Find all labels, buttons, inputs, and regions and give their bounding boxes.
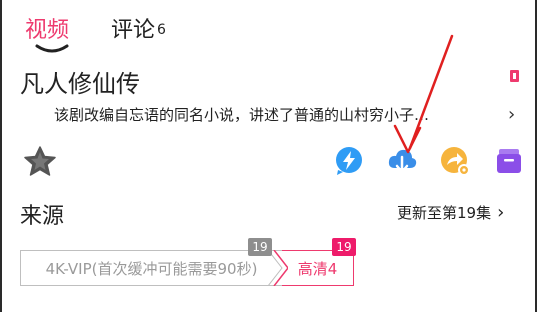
- show-description[interactable]: 该剧改编自忘语的同名小说，讲述了普通的山村穷小子…: [54, 104, 429, 125]
- chevron-right-icon: ›: [497, 202, 505, 223]
- tab-comments-label: 评论: [111, 18, 156, 43]
- show-title: 凡人修仙传: [20, 70, 140, 98]
- star-icon[interactable]: [24, 146, 56, 176]
- update-status-text: 更新至第19集: [397, 204, 492, 222]
- tab-video-label: 视频: [25, 18, 70, 43]
- lightning-bubble-icon[interactable]: [334, 146, 364, 176]
- tab-video[interactable]: 视频: [25, 12, 69, 44]
- chevron-right-icon[interactable]: ›: [508, 104, 515, 125]
- share-gear-icon[interactable]: [440, 146, 470, 176]
- source-option-4k[interactable]: 4K-VIP(首次缓冲可能需要90秒): [20, 250, 282, 286]
- tab-comments[interactable]: 评论 6: [111, 12, 166, 44]
- episode-count-badge: 19: [332, 238, 356, 256]
- episode-count-badge: 19: [248, 238, 272, 256]
- comments-count: 6: [157, 22, 166, 38]
- cloud-download-icon[interactable]: [387, 146, 417, 176]
- inbox-icon[interactable]: [494, 146, 524, 176]
- tab-active-indicator: [35, 44, 69, 53]
- source-option-label: 高清4: [297, 259, 338, 278]
- title-badge-icon[interactable]: [510, 70, 519, 82]
- source-section-title: 来源: [20, 204, 65, 229]
- update-status-link[interactable]: 更新至第19集 ›: [397, 202, 504, 223]
- source-option-label: 4K-VIP(首次缓冲可能需要90秒): [45, 259, 258, 278]
